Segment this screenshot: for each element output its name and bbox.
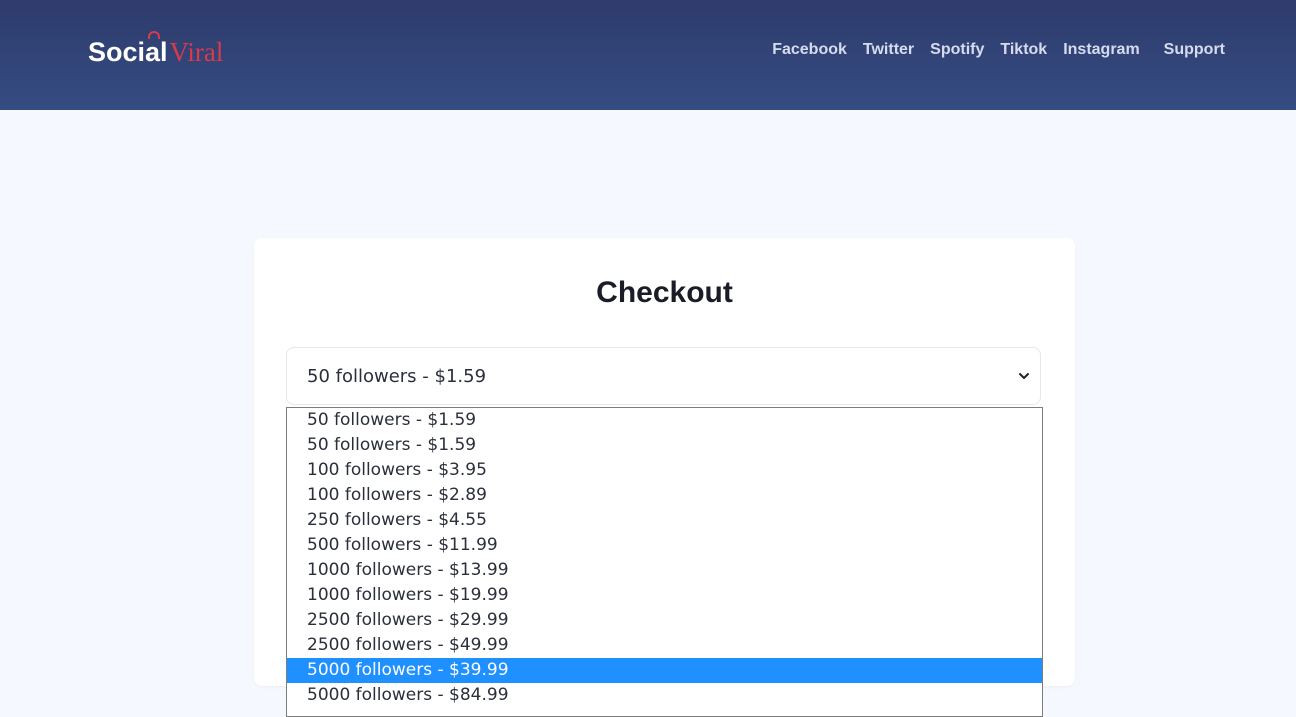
dropdown-option[interactable]: 2500 followers - $49.99 bbox=[287, 633, 1042, 658]
dropdown-option[interactable]: 250 followers - $4.55 bbox=[287, 508, 1042, 533]
package-select[interactable]: 50 followers - $1.59 bbox=[286, 347, 1041, 405]
logo-text-social: Social bbox=[88, 37, 168, 67]
chevron-down-icon bbox=[1019, 373, 1029, 379]
dropdown-option[interactable]: 50 followers - $1.59 bbox=[287, 433, 1042, 458]
dropdown-options: 50 followers - $1.59 50 followers - $1.59… bbox=[287, 408, 1042, 708]
dropdown-option[interactable]: 50 followers - $1.59 bbox=[287, 408, 1042, 433]
nav-link-support[interactable]: Support bbox=[1156, 40, 1233, 60]
dropdown-option[interactable]: 1000 followers - $13.99 bbox=[287, 558, 1042, 583]
page-title: Checkout bbox=[596, 276, 733, 309]
dropdown-option[interactable]: 5000 followers - $84.99 bbox=[287, 683, 1042, 708]
nav-link-instagram[interactable]: Instagram bbox=[1055, 40, 1147, 60]
dropdown-option[interactable]: 1000 followers - $19.99 bbox=[287, 583, 1042, 608]
nav-link-tiktok[interactable]: Tiktok bbox=[992, 40, 1055, 60]
logo-signal-icon bbox=[148, 31, 160, 39]
nav-link-twitter[interactable]: Twitter bbox=[855, 40, 922, 60]
nav-link-facebook[interactable]: Facebook bbox=[764, 40, 855, 60]
package-dropdown-list[interactable]: 50 followers - $1.59 50 followers - $1.59… bbox=[286, 407, 1043, 717]
site-logo[interactable]: SocialViral bbox=[88, 31, 224, 68]
nav-link-spotify[interactable]: Spotify bbox=[922, 40, 992, 60]
dropdown-option[interactable]: 2500 followers - $29.99 bbox=[287, 608, 1042, 633]
dropdown-option[interactable]: 500 followers - $11.99 bbox=[287, 533, 1042, 558]
dropdown-option[interactable]: 100 followers - $3.95 bbox=[287, 458, 1042, 483]
package-select-value: 50 followers - $1.59 bbox=[307, 366, 487, 387]
logo-text-viral: Viral bbox=[169, 37, 224, 67]
dropdown-option[interactable]: 5000 followers - $39.99 bbox=[287, 658, 1042, 683]
dropdown-option[interactable]: 100 followers - $2.89 bbox=[287, 483, 1042, 508]
main-nav: Facebook Twitter Spotify Tiktok Instagra… bbox=[764, 40, 1233, 60]
site-header: SocialViral Facebook Twitter Spotify Tik… bbox=[0, 0, 1296, 110]
